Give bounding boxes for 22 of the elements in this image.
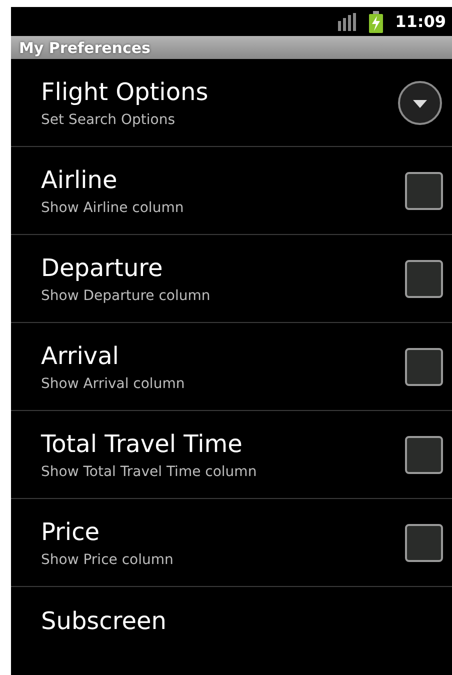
checkbox[interactable] <box>405 436 443 474</box>
preference-title: Airline <box>41 166 118 194</box>
preference-title: Subscreen <box>41 607 166 635</box>
preference-summary: Set Search Options <box>41 112 176 128</box>
preference-summary: Show Airline column <box>41 200 184 216</box>
status-time: 11:09 <box>395 12 446 32</box>
checkbox[interactable] <box>405 172 443 210</box>
preference-summary: Show Price column <box>41 552 174 568</box>
checkbox[interactable] <box>405 260 443 298</box>
preference-summary: Show Departure column <box>41 288 210 304</box>
preference-title: Arrival <box>41 342 120 370</box>
screen-title: My Preferences <box>19 38 150 57</box>
preference-title: Departure <box>41 254 164 282</box>
preference-title: Total Travel Time <box>41 430 244 458</box>
checkbox[interactable] <box>405 524 443 562</box>
preference-summary: Show Arrival column <box>41 376 185 392</box>
dropdown-icon[interactable] <box>397 80 443 126</box>
checkbox[interactable] <box>405 348 443 386</box>
preference-title: Price <box>41 518 101 546</box>
signal-icon <box>337 12 358 31</box>
preference-title: Flight Options <box>41 78 208 106</box>
preference-summary: Show Total Travel Time column <box>41 464 257 480</box>
